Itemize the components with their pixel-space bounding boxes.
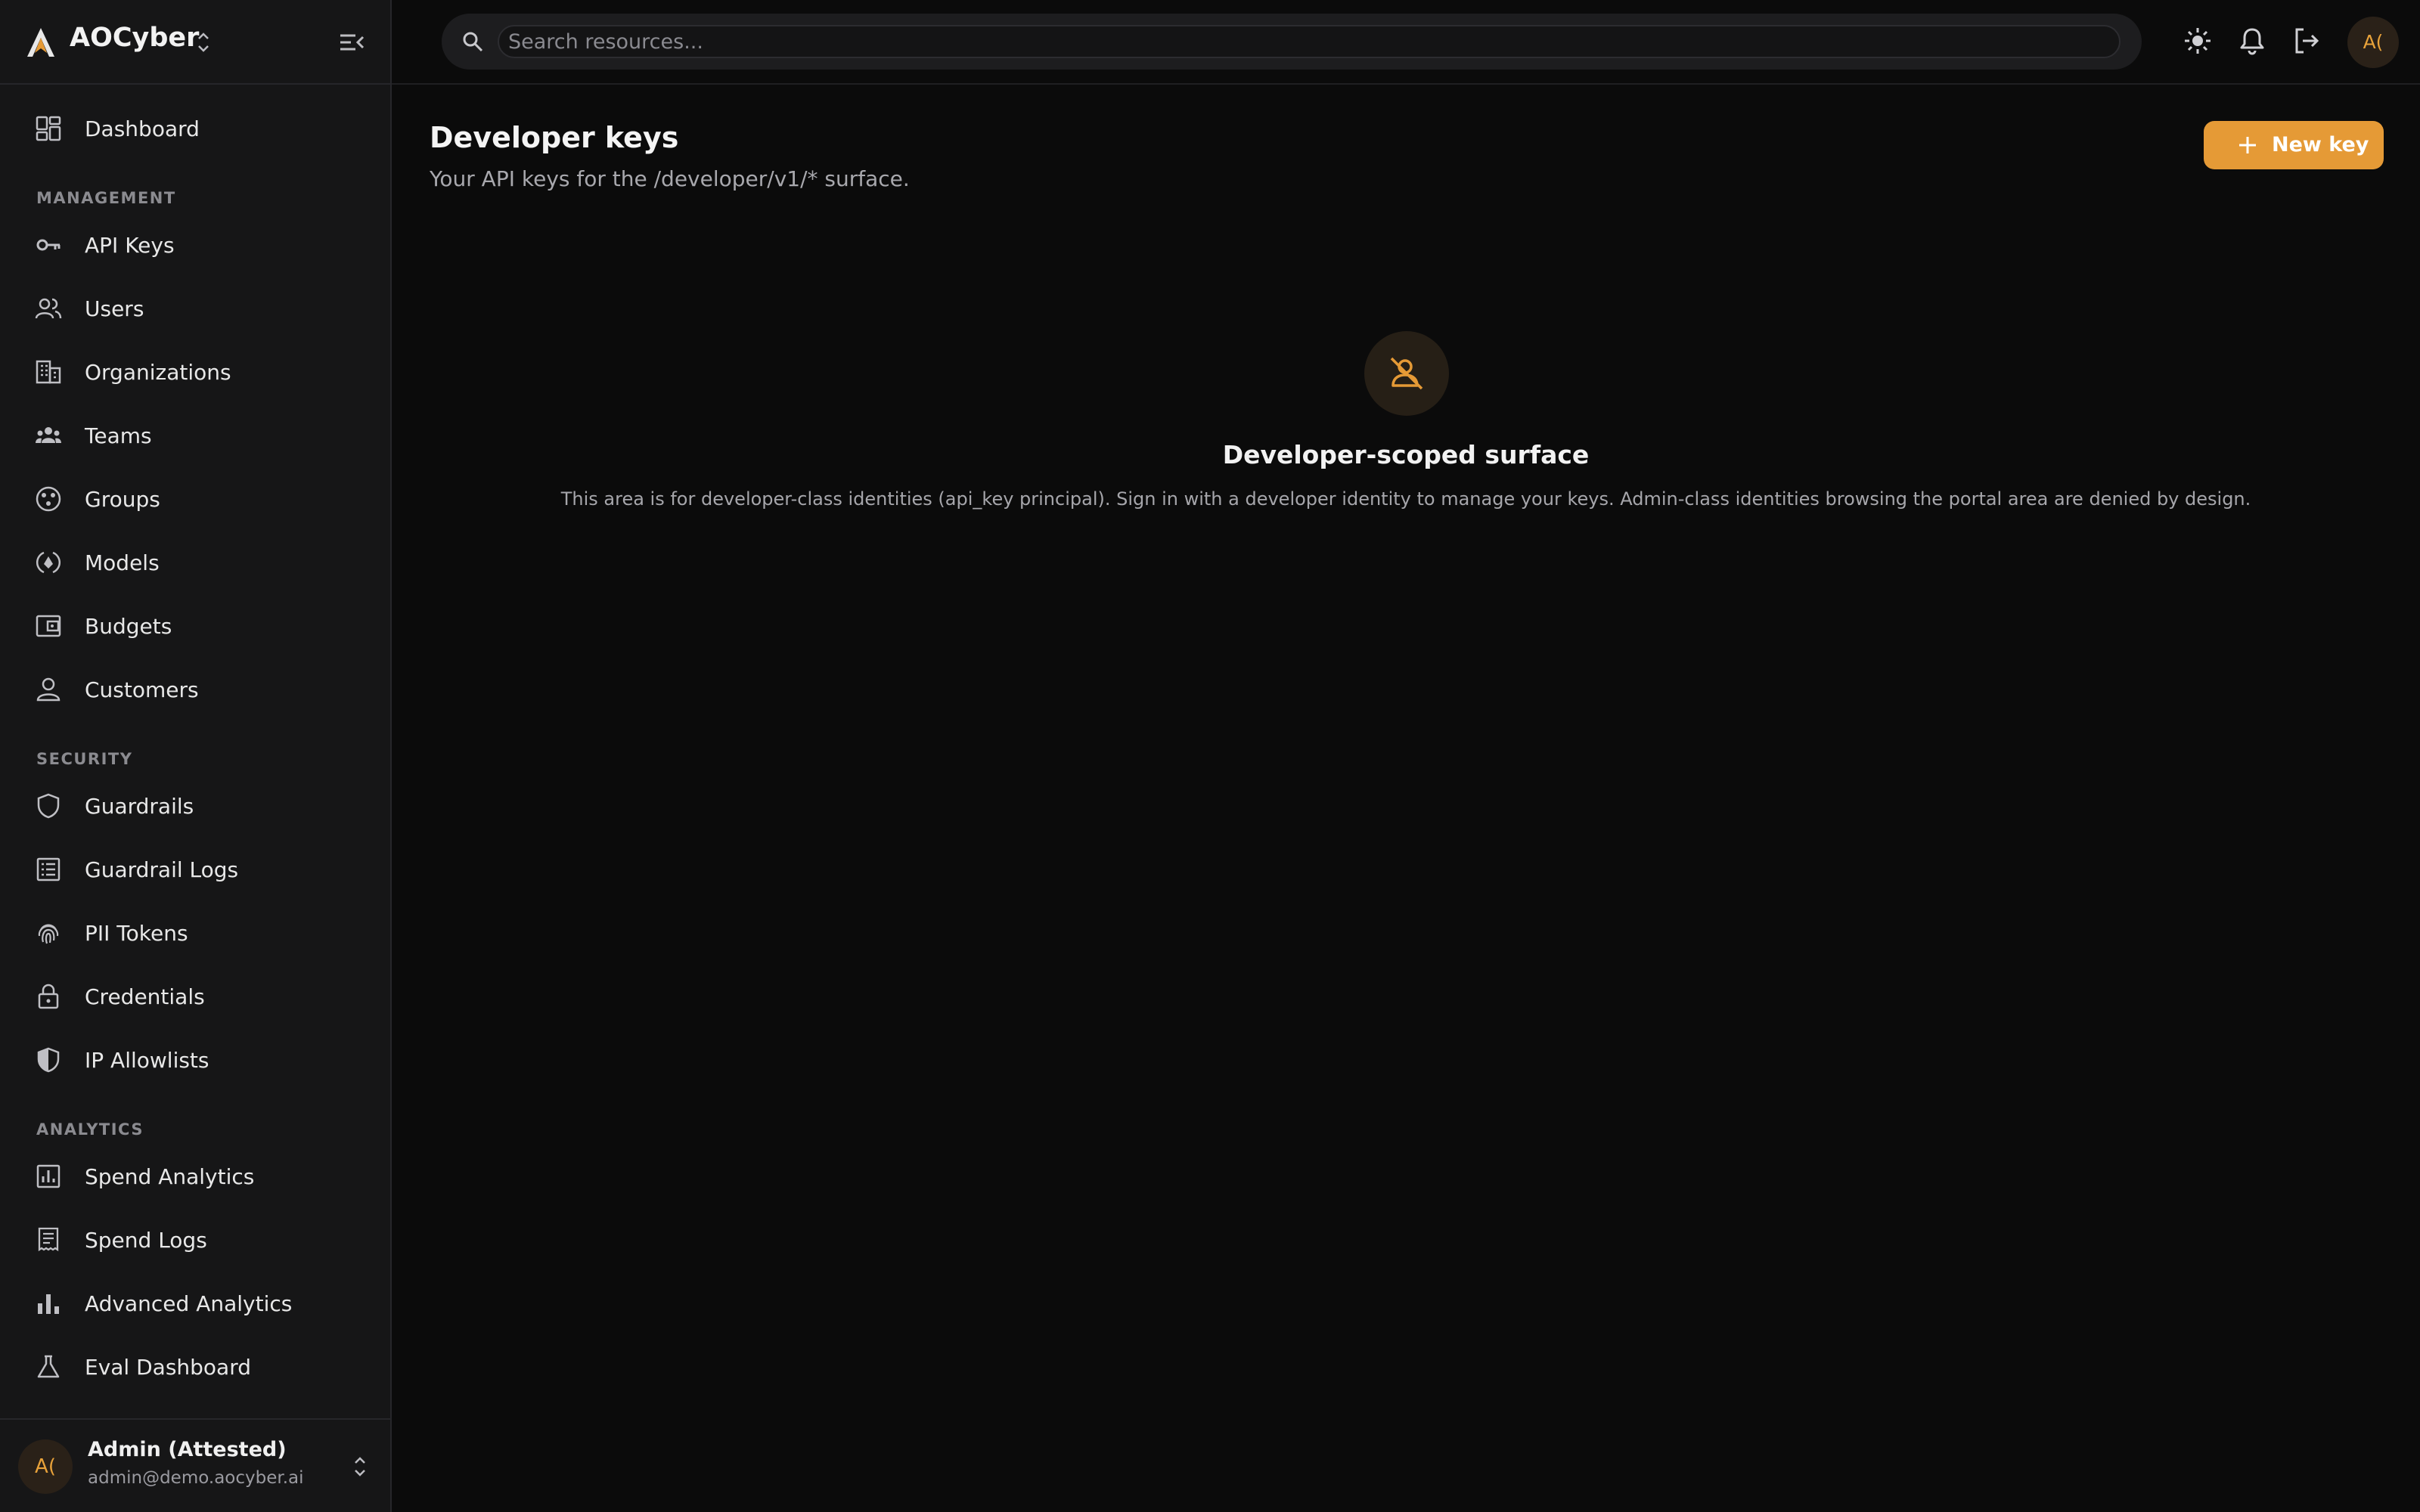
collapse-sidebar-icon[interactable] (337, 29, 366, 56)
search-icon (463, 32, 483, 52)
users-icon (35, 298, 62, 319)
sidebar-item-label: Spend Logs (85, 1228, 207, 1253)
sidebar-item-label: Organizations (85, 360, 231, 385)
sidebar-item-label: Groups (85, 487, 160, 512)
bell-icon[interactable] (2235, 24, 2269, 57)
sidebar-item-guardrail-logs[interactable]: Guardrail Logs (12, 842, 378, 897)
user-avatar: A( (18, 1439, 73, 1494)
section-label-security: SECURITY (36, 750, 133, 768)
main-content: Developer keys Your API keys for the /de… (392, 85, 2420, 1512)
dashboard-icon (36, 116, 61, 141)
shield-icon (37, 793, 60, 819)
sidebar-item-advanced-analytics[interactable]: Advanced Analytics (12, 1276, 378, 1331)
sidebar-item-label: Teams (85, 423, 152, 448)
chevrons-up-down-icon[interactable] (351, 1453, 369, 1480)
sidebar-item-label: Models (85, 550, 160, 575)
sidebar-item-label: Users (85, 296, 144, 321)
search-bar (442, 14, 2142, 70)
model-icon (36, 551, 60, 574)
new-key-label: New key (2272, 133, 2369, 156)
sidebar-item-groups[interactable]: Groups (12, 472, 378, 526)
sidebar-item-label: Budgets (85, 614, 172, 639)
user-account-menu[interactable]: A( Admin (Attested) admin@demo.aocyber.a… (0, 1418, 390, 1512)
building-icon (36, 360, 61, 384)
sidebar-item-api-keys[interactable]: API Keys (12, 218, 378, 272)
receipt-icon (38, 1227, 59, 1252)
key-icon (36, 239, 60, 251)
groups-icon (36, 486, 61, 512)
user-email: admin@demo.aocyber.ai (88, 1468, 304, 1488)
sidebar-item-credentials[interactable]: Credentials (12, 969, 378, 1024)
sidebar-item-label: Spend Analytics (85, 1164, 255, 1189)
brand-name[interactable]: AOCyber (70, 23, 199, 53)
sidebar-item-budgets[interactable]: Budgets (12, 599, 378, 653)
sidebar-nav: Dashboard MANAGEMENT API Keys Users Orga… (0, 85, 390, 1418)
fingerprint-icon (38, 924, 59, 944)
sidebar-item-label: PII Tokens (85, 921, 188, 946)
user-off-icon (1390, 357, 1423, 390)
page-title: Developer keys (430, 121, 679, 154)
sidebar-item-eval-dashboard[interactable]: Eval Dashboard (12, 1340, 378, 1394)
sidebar-item-label: Guardrails (85, 794, 194, 819)
sidebar-item-guardrails[interactable]: Guardrails (12, 779, 378, 833)
sidebar-item-label: IP Allowlists (85, 1048, 209, 1073)
empty-state-icon-wrap (1364, 331, 1449, 416)
list-log-icon (36, 857, 60, 881)
empty-state-title: Developer-scoped surface (1222, 440, 1590, 469)
flask-icon (37, 1355, 60, 1378)
search-input[interactable] (498, 25, 2121, 58)
sidebar: AOCyber Dashboard MANAGEMENT API Keys Us… (0, 0, 392, 1512)
sidebar-item-models[interactable]: Models (12, 535, 378, 590)
person-icon (36, 677, 60, 702)
sidebar-item-ip-allowlists[interactable]: IP Allowlists (12, 1033, 378, 1087)
sidebar-item-spend-logs[interactable]: Spend Logs (12, 1213, 378, 1267)
sidebar-item-label: Credentials (85, 984, 205, 1009)
aocyber-logo-icon (27, 28, 54, 57)
sidebar-item-teams[interactable]: Teams (12, 408, 378, 463)
sidebar-item-label: Guardrail Logs (85, 857, 239, 882)
logout-icon[interactable] (2290, 24, 2323, 57)
sidebar-item-spend-analytics[interactable]: Spend Analytics (12, 1149, 378, 1204)
shield-half-icon (37, 1047, 60, 1073)
page-subtitle: Your API keys for the /developer/v1/* su… (430, 166, 910, 191)
sidebar-item-label: Advanced Analytics (85, 1291, 293, 1316)
new-key-button[interactable]: New key (2204, 121, 2384, 169)
lock-icon (38, 984, 59, 1009)
empty-state-description: This area is for developer-class identit… (560, 488, 2251, 510)
sidebar-item-organizations[interactable]: Organizations (12, 345, 378, 399)
analytics-chart-icon (36, 1164, 60, 1188)
user-avatar-top[interactable]: A( (2347, 17, 2399, 68)
sidebar-item-label: API Keys (85, 233, 175, 258)
sidebar-item-label: Dashboard (85, 116, 200, 141)
sidebar-item-users[interactable]: Users (12, 281, 378, 336)
sidebar-item-pii-tokens[interactable]: PII Tokens (12, 906, 378, 960)
sun-icon[interactable] (2181, 24, 2214, 57)
brand-header: AOCyber (0, 0, 390, 85)
org-switcher-chevrons-icon[interactable] (195, 29, 212, 56)
section-label-analytics: ANALYTICS (36, 1120, 144, 1139)
team-icon (36, 427, 61, 443)
bar-chart-icon (38, 1294, 59, 1314)
user-name: Admin (Attested) (88, 1438, 287, 1461)
top-bar: A( (392, 0, 2420, 85)
wallet-icon (36, 615, 61, 637)
sidebar-item-label: Eval Dashboard (85, 1355, 252, 1380)
sidebar-item-customers[interactable]: Customers (12, 662, 378, 717)
sidebar-item-label: Customers (85, 677, 199, 702)
section-label-management: MANAGEMENT (36, 189, 176, 207)
plus-icon (2239, 137, 2256, 153)
sidebar-item-dashboard[interactable]: Dashboard (12, 101, 378, 156)
